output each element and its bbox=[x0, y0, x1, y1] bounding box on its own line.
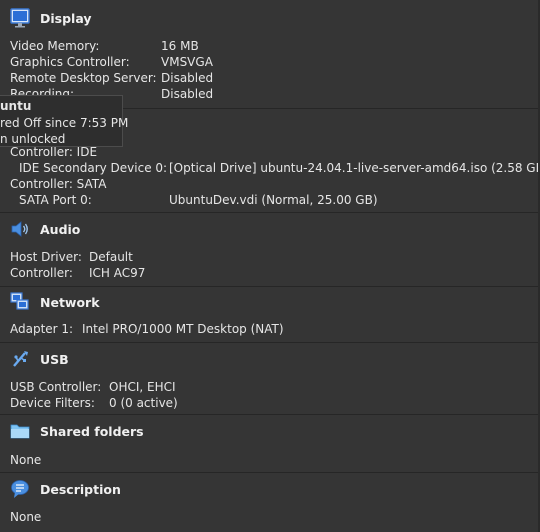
row-label: Device Filters: bbox=[10, 396, 95, 410]
audio-title: Audio bbox=[40, 221, 81, 237]
row-label: Host Driver: bbox=[10, 250, 82, 264]
row-value: [Optical Drive] ubuntu-24.04.1-live-serv… bbox=[169, 161, 540, 175]
row-label: Controller: bbox=[10, 266, 73, 280]
folder-icon bbox=[10, 421, 30, 441]
network-header[interactable]: Network bbox=[10, 292, 100, 312]
row-value: Intel PRO/1000 MT Desktop (NAT) bbox=[82, 322, 284, 336]
display-section: Display Video Memory: 16 MB Graphics Con… bbox=[0, 0, 538, 108]
row-label: Remote Desktop Server: bbox=[10, 71, 157, 85]
shared-folders-section: Shared folders None bbox=[0, 414, 538, 472]
network-title: Network bbox=[40, 294, 100, 310]
display-header[interactable]: Display bbox=[10, 8, 92, 28]
row-value: ICH AC97 bbox=[89, 266, 146, 280]
usb-title: USB bbox=[40, 351, 69, 367]
description-title: Description bbox=[40, 481, 121, 497]
display-title: Display bbox=[40, 10, 92, 26]
row-label: Graphics Controller: bbox=[10, 55, 130, 69]
usb-icon bbox=[10, 349, 30, 369]
network-icon bbox=[10, 292, 30, 312]
shared-folders-header[interactable]: Shared folders bbox=[10, 421, 144, 441]
network-section: Network Adapter 1: Intel PRO/1000 MT Des… bbox=[0, 286, 538, 342]
tooltip-session-line: n unlocked bbox=[0, 132, 66, 146]
usb-section: USB USB Controller: OHCI, EHCI Device Fi… bbox=[0, 342, 538, 414]
row-value: Disabled bbox=[161, 87, 214, 101]
audio-header[interactable]: Audio bbox=[10, 219, 80, 239]
speech-bubble-icon bbox=[10, 479, 30, 499]
row-label: None bbox=[10, 510, 42, 524]
vm-status-tooltip: untu red Off since 7:53 PM n unlocked bbox=[0, 95, 128, 147]
row-value: 16 MB bbox=[161, 39, 199, 53]
row-label: Adapter 1: bbox=[10, 322, 74, 336]
row-value: Disabled bbox=[161, 71, 214, 85]
row-value: Default bbox=[89, 250, 133, 264]
row-label: None bbox=[10, 453, 42, 467]
row-label: USB Controller: bbox=[10, 380, 102, 394]
row-value: UbuntuDev.vdi (Normal, 25.00 GB) bbox=[169, 193, 378, 207]
audio-section: Audio Host Driver: Default Controller: I… bbox=[0, 212, 538, 286]
row-label: Controller: SATA bbox=[10, 177, 107, 191]
row-label: IDE Secondary Device 0: bbox=[19, 161, 168, 175]
description-header[interactable]: Description bbox=[10, 479, 121, 499]
row-value: VMSVGA bbox=[161, 55, 213, 69]
row-label: SATA Port 0: bbox=[19, 193, 92, 207]
tooltip-state-line: red Off since 7:53 PM bbox=[0, 116, 129, 130]
tooltip-title: untu bbox=[0, 99, 32, 113]
description-section: Description None bbox=[0, 472, 538, 532]
row-value: OHCI, EHCI bbox=[109, 380, 176, 394]
speaker-icon bbox=[10, 219, 30, 239]
monitor-icon bbox=[10, 8, 30, 28]
usb-header[interactable]: USB bbox=[10, 349, 69, 369]
shared-folders-title: Shared folders bbox=[40, 423, 144, 439]
row-label: Video Memory: bbox=[10, 39, 100, 53]
row-value: 0 (0 active) bbox=[109, 396, 178, 410]
vm-details-panel: Display Video Memory: 16 MB Graphics Con… bbox=[0, 0, 540, 532]
